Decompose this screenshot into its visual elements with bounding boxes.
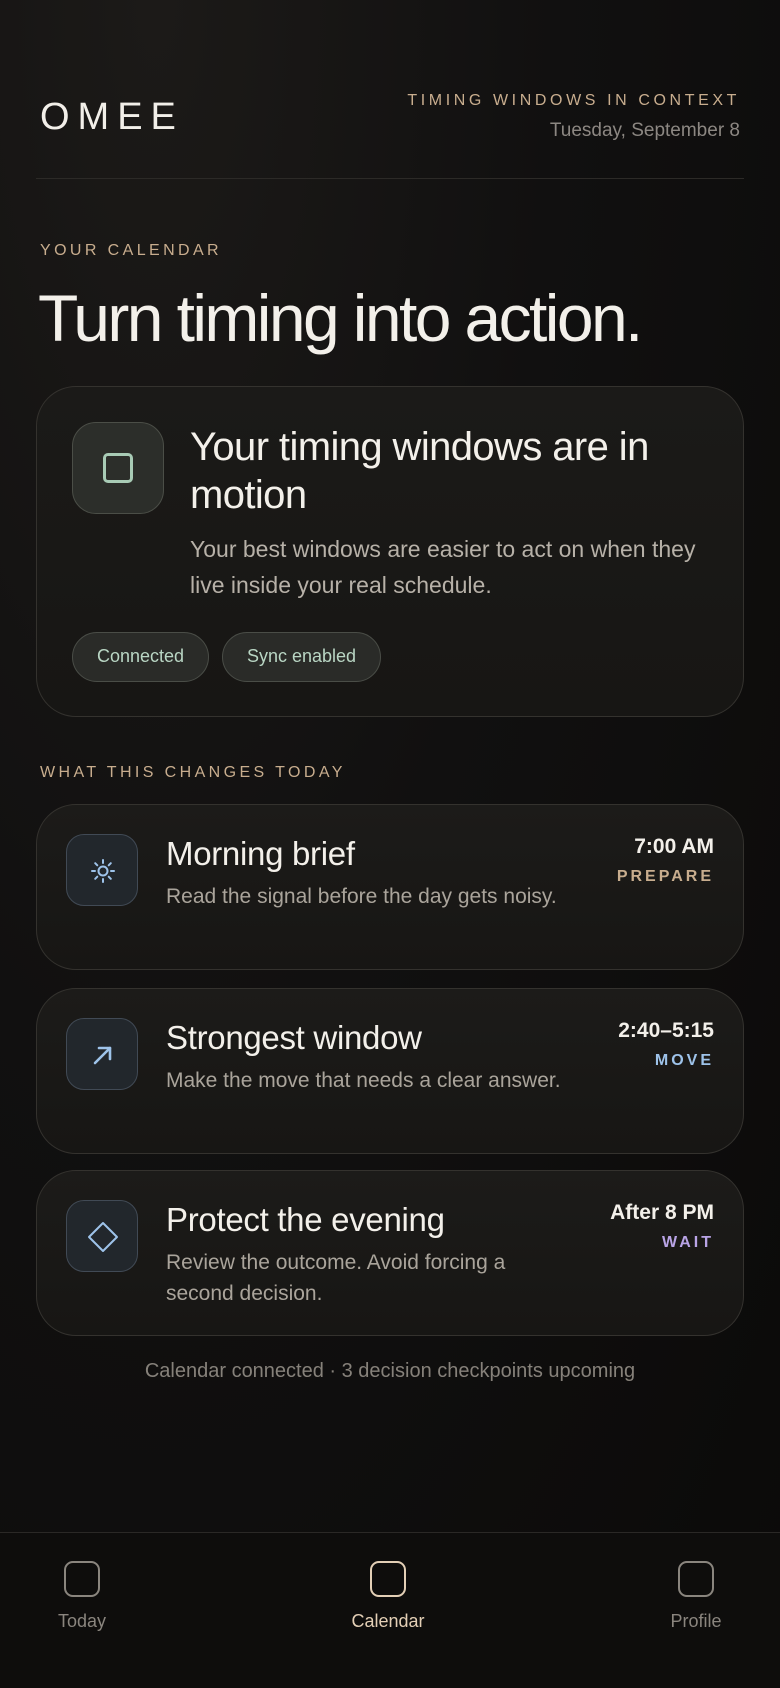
event-description: Read the signal before the day gets nois… [166, 885, 557, 908]
section-label-calendar: YOUR CALENDAR [40, 242, 223, 259]
calendar-icon [370, 1561, 406, 1597]
event-time: 2:40–5:15 [618, 1019, 714, 1042]
connected-badge: Connected [72, 632, 209, 682]
event-description: Review the outcome. Avoid forcing a seco… [166, 1251, 506, 1305]
event-card-protect-evening[interactable]: Protect the evening Review the outcome. … [36, 1170, 744, 1336]
app-header: OMEE TIMING WINDOWS IN CONTEXT Tuesday, … [36, 0, 744, 179]
calendar-status-text: Calendar connected · 3 decision checkpoi… [144, 1360, 636, 1382]
event-title: Morning brief [166, 835, 355, 872]
event-title: Strongest window [166, 1019, 422, 1056]
bottom-navigation: Today Calendar Profile [0, 1532, 780, 1688]
nav-item-profile[interactable]: Profile [626, 1561, 766, 1632]
section-label-changes: WHAT THIS CHANGES TODAY [40, 764, 346, 781]
status-card-title: Your timing windows are in motion [190, 425, 649, 517]
nav-label: Calendar [351, 1611, 425, 1631]
header-info: TIMING WINDOWS IN CONTEXT Tuesday, Septe… [407, 92, 740, 142]
page-headline: Turn timing into action. [38, 281, 643, 355]
nav-item-calendar[interactable]: Calendar [318, 1561, 458, 1632]
square-icon [72, 422, 164, 514]
header-tagline: TIMING WINDOWS IN CONTEXT [407, 92, 740, 109]
event-tag: WAIT [662, 1234, 714, 1251]
profile-icon [678, 1561, 714, 1597]
event-time: After 8 PM [610, 1201, 714, 1224]
sync-enabled-badge: Sync enabled [222, 632, 381, 682]
arrow-up-right-icon [66, 1018, 138, 1090]
event-title: Protect the evening [166, 1201, 445, 1238]
event-card-morning-brief[interactable]: Morning brief Read the signal before the… [36, 804, 744, 970]
event-tag: MOVE [654, 1052, 714, 1069]
event-description: Make the move that needs a clear answer. [166, 1069, 561, 1092]
timing-status-card: Your timing windows are in motion Your b… [36, 386, 744, 717]
diamond-icon [66, 1200, 138, 1272]
nav-label: Today [57, 1611, 107, 1631]
nav-item-today[interactable]: Today [12, 1561, 152, 1632]
sun-icon [66, 834, 138, 906]
status-card-description: Your best windows are easier to act on w… [190, 536, 696, 598]
event-time: 7:00 AM [634, 835, 714, 858]
event-tag: PREPARE [616, 868, 714, 885]
event-card-strongest-window[interactable]: Strongest window Make the move that need… [36, 988, 744, 1154]
nav-label: Profile [670, 1611, 722, 1631]
app-logo[interactable]: OMEE [40, 96, 184, 139]
today-icon [64, 1561, 100, 1597]
current-date: Tuesday, September 8 [549, 120, 740, 141]
